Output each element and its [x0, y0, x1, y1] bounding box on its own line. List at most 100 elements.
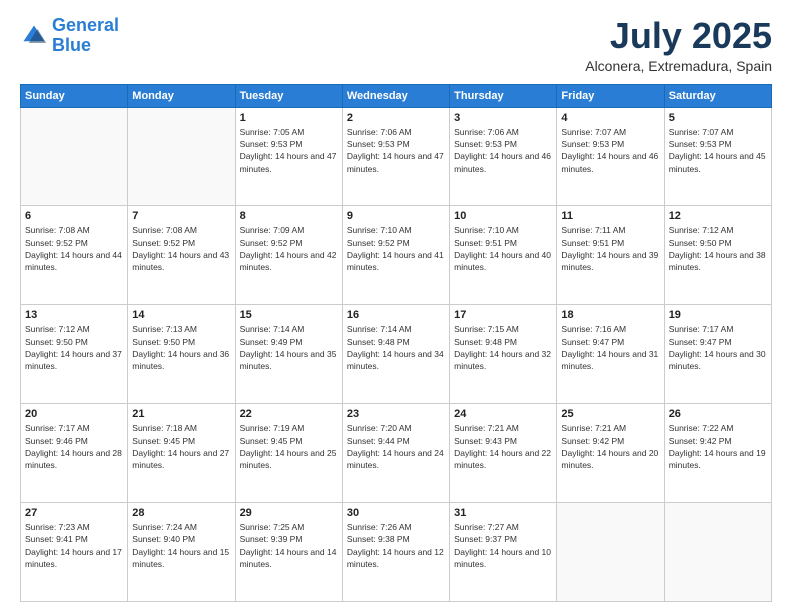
day-info: Sunrise: 7:19 AM Sunset: 9:45 PM Dayligh… [240, 422, 338, 471]
calendar-day-cell: 24Sunrise: 7:21 AM Sunset: 9:43 PM Dayli… [450, 404, 557, 503]
calendar-day-cell: 15Sunrise: 7:14 AM Sunset: 9:49 PM Dayli… [235, 305, 342, 404]
calendar-day-cell: 21Sunrise: 7:18 AM Sunset: 9:45 PM Dayli… [128, 404, 235, 503]
day-number: 8 [240, 210, 338, 222]
day-number: 20 [25, 408, 123, 420]
calendar-day-cell: 13Sunrise: 7:12 AM Sunset: 9:50 PM Dayli… [21, 305, 128, 404]
weekday-header-cell: Thursday [450, 84, 557, 107]
calendar-week-row: 6 Sunrise: 7:08 AM Sunset: 9:52 PM Daylig… [21, 206, 772, 305]
day-number: 6 [25, 210, 123, 222]
day-info: Sunrise: 7:06 AM Sunset: 9:53 PM Dayligh… [347, 126, 445, 175]
calendar-day-cell: 20 Sunrise: 7:17 AM Sunset: 9:46 PM Dayli… [21, 404, 128, 503]
day-number: 17 [454, 309, 552, 321]
calendar: SundayMondayTuesdayWednesdayThursdayFrid… [20, 84, 772, 602]
day-number: 29 [240, 507, 338, 519]
day-number: 27 [25, 507, 123, 519]
calendar-day-cell: 12Sunrise: 7:12 AM Sunset: 9:50 PM Dayli… [664, 206, 771, 305]
day-info: Sunrise: 7:08 AM Sunset: 9:52 PM Dayligh… [132, 224, 230, 273]
weekday-header-cell: Friday [557, 84, 664, 107]
day-info: Sunrise: 7:27 AM Sunset: 9:37 PM Dayligh… [454, 521, 552, 570]
logo-line2: Blue [52, 35, 91, 55]
day-info: Sunrise: 7:14 AM Sunset: 9:48 PM Dayligh… [347, 323, 445, 372]
day-info: Sunrise: 7:07 AM Sunset: 9:53 PM Dayligh… [669, 126, 767, 175]
day-info: Sunrise: 7:10 AM Sunset: 9:51 PM Dayligh… [454, 224, 552, 273]
day-number: 1 [240, 112, 338, 124]
calendar-day-cell: 7 Sunrise: 7:08 AM Sunset: 9:52 PM Daylig… [128, 206, 235, 305]
day-number: 26 [669, 408, 767, 420]
day-number: 23 [347, 408, 445, 420]
day-number: 24 [454, 408, 552, 420]
day-number: 16 [347, 309, 445, 321]
day-info: Sunrise: 7:11 AM Sunset: 9:51 PM Dayligh… [561, 224, 659, 273]
day-number: 18 [561, 309, 659, 321]
day-info: Sunrise: 7:23 AM Sunset: 9:41 PM Dayligh… [25, 521, 123, 570]
weekday-header-cell: Saturday [664, 84, 771, 107]
day-number: 22 [240, 408, 338, 420]
weekday-header-cell: Tuesday [235, 84, 342, 107]
day-number: 14 [132, 309, 230, 321]
calendar-day-cell: 29 Sunrise: 7:25 AM Sunset: 9:39 PM Dayli… [235, 503, 342, 602]
day-info: Sunrise: 7:24 AM Sunset: 9:40 PM Dayligh… [132, 521, 230, 570]
day-number: 11 [561, 210, 659, 222]
day-number: 10 [454, 210, 552, 222]
day-info: Sunrise: 7:16 AM Sunset: 9:47 PM Dayligh… [561, 323, 659, 372]
day-info: Sunrise: 7:26 AM Sunset: 9:38 PM Dayligh… [347, 521, 445, 570]
day-number: 7 [132, 210, 230, 222]
calendar-week-row: 27 Sunrise: 7:23 AM Sunset: 9:41 PM Dayli… [21, 503, 772, 602]
calendar-day-cell: 4Sunrise: 7:07 AM Sunset: 9:53 PM Daylig… [557, 107, 664, 206]
day-info: Sunrise: 7:20 AM Sunset: 9:44 PM Dayligh… [347, 422, 445, 471]
weekday-header-cell: Wednesday [342, 84, 449, 107]
day-info: Sunrise: 7:13 AM Sunset: 9:50 PM Dayligh… [132, 323, 230, 372]
calendar-day-cell: 19 Sunrise: 7:17 AM Sunset: 9:47 PM Dayli… [664, 305, 771, 404]
day-number: 12 [669, 210, 767, 222]
day-info: Sunrise: 7:22 AM Sunset: 9:42 PM Dayligh… [669, 422, 767, 471]
calendar-day-cell: 5 Sunrise: 7:07 AM Sunset: 9:53 PM Daylig… [664, 107, 771, 206]
page: General Blue July 2025 Alconera, Extrema… [0, 0, 792, 612]
calendar-day-cell [557, 503, 664, 602]
day-number: 4 [561, 112, 659, 124]
logo-text: General Blue [52, 16, 119, 56]
calendar-day-cell: 10 Sunrise: 7:10 AM Sunset: 9:51 PM Dayli… [450, 206, 557, 305]
weekday-header-cell: Sunday [21, 84, 128, 107]
calendar-day-cell: 31 Sunrise: 7:27 AM Sunset: 9:37 PM Dayli… [450, 503, 557, 602]
calendar-day-cell: 30 Sunrise: 7:26 AM Sunset: 9:38 PM Dayli… [342, 503, 449, 602]
calendar-day-cell [664, 503, 771, 602]
logo: General Blue [20, 16, 119, 56]
header: General Blue July 2025 Alconera, Extrema… [20, 16, 772, 74]
day-number: 30 [347, 507, 445, 519]
day-number: 13 [25, 309, 123, 321]
calendar-week-row: 1Sunrise: 7:05 AM Sunset: 9:53 PM Daylig… [21, 107, 772, 206]
day-info: Sunrise: 7:17 AM Sunset: 9:47 PM Dayligh… [669, 323, 767, 372]
weekday-header-row: SundayMondayTuesdayWednesdayThursdayFrid… [21, 84, 772, 107]
day-info: Sunrise: 7:25 AM Sunset: 9:39 PM Dayligh… [240, 521, 338, 570]
calendar-day-cell: 6 Sunrise: 7:08 AM Sunset: 9:52 PM Daylig… [21, 206, 128, 305]
day-number: 19 [669, 309, 767, 321]
calendar-day-cell [128, 107, 235, 206]
calendar-day-cell: 27 Sunrise: 7:23 AM Sunset: 9:41 PM Dayli… [21, 503, 128, 602]
logo-line1: General [52, 15, 119, 35]
calendar-day-cell: 26 Sunrise: 7:22 AM Sunset: 9:42 PM Dayli… [664, 404, 771, 503]
calendar-day-cell: 1Sunrise: 7:05 AM Sunset: 9:53 PM Daylig… [235, 107, 342, 206]
calendar-day-cell: 16 Sunrise: 7:14 AM Sunset: 9:48 PM Dayli… [342, 305, 449, 404]
day-number: 31 [454, 507, 552, 519]
day-number: 5 [669, 112, 767, 124]
day-number: 15 [240, 309, 338, 321]
day-info: Sunrise: 7:17 AM Sunset: 9:46 PM Dayligh… [25, 422, 123, 471]
day-number: 21 [132, 408, 230, 420]
calendar-day-cell: 28 Sunrise: 7:24 AM Sunset: 9:40 PM Dayli… [128, 503, 235, 602]
calendar-day-cell: 11 Sunrise: 7:11 AM Sunset: 9:51 PM Dayli… [557, 206, 664, 305]
calendar-day-cell: 17Sunrise: 7:15 AM Sunset: 9:48 PM Dayli… [450, 305, 557, 404]
calendar-day-cell: 2Sunrise: 7:06 AM Sunset: 9:53 PM Daylig… [342, 107, 449, 206]
day-info: Sunrise: 7:21 AM Sunset: 9:42 PM Dayligh… [561, 422, 659, 471]
day-info: Sunrise: 7:08 AM Sunset: 9:52 PM Dayligh… [25, 224, 123, 273]
calendar-body: 1Sunrise: 7:05 AM Sunset: 9:53 PM Daylig… [21, 107, 772, 601]
day-number: 28 [132, 507, 230, 519]
calendar-day-cell: 9Sunrise: 7:10 AM Sunset: 9:52 PM Daylig… [342, 206, 449, 305]
calendar-day-cell: 3 Sunrise: 7:06 AM Sunset: 9:53 PM Daylig… [450, 107, 557, 206]
day-info: Sunrise: 7:10 AM Sunset: 9:52 PM Dayligh… [347, 224, 445, 273]
month-title: July 2025 [585, 16, 772, 56]
day-number: 25 [561, 408, 659, 420]
calendar-day-cell: 25 Sunrise: 7:21 AM Sunset: 9:42 PM Dayli… [557, 404, 664, 503]
day-info: Sunrise: 7:06 AM Sunset: 9:53 PM Dayligh… [454, 126, 552, 175]
day-info: Sunrise: 7:09 AM Sunset: 9:52 PM Dayligh… [240, 224, 338, 273]
day-number: 3 [454, 112, 552, 124]
